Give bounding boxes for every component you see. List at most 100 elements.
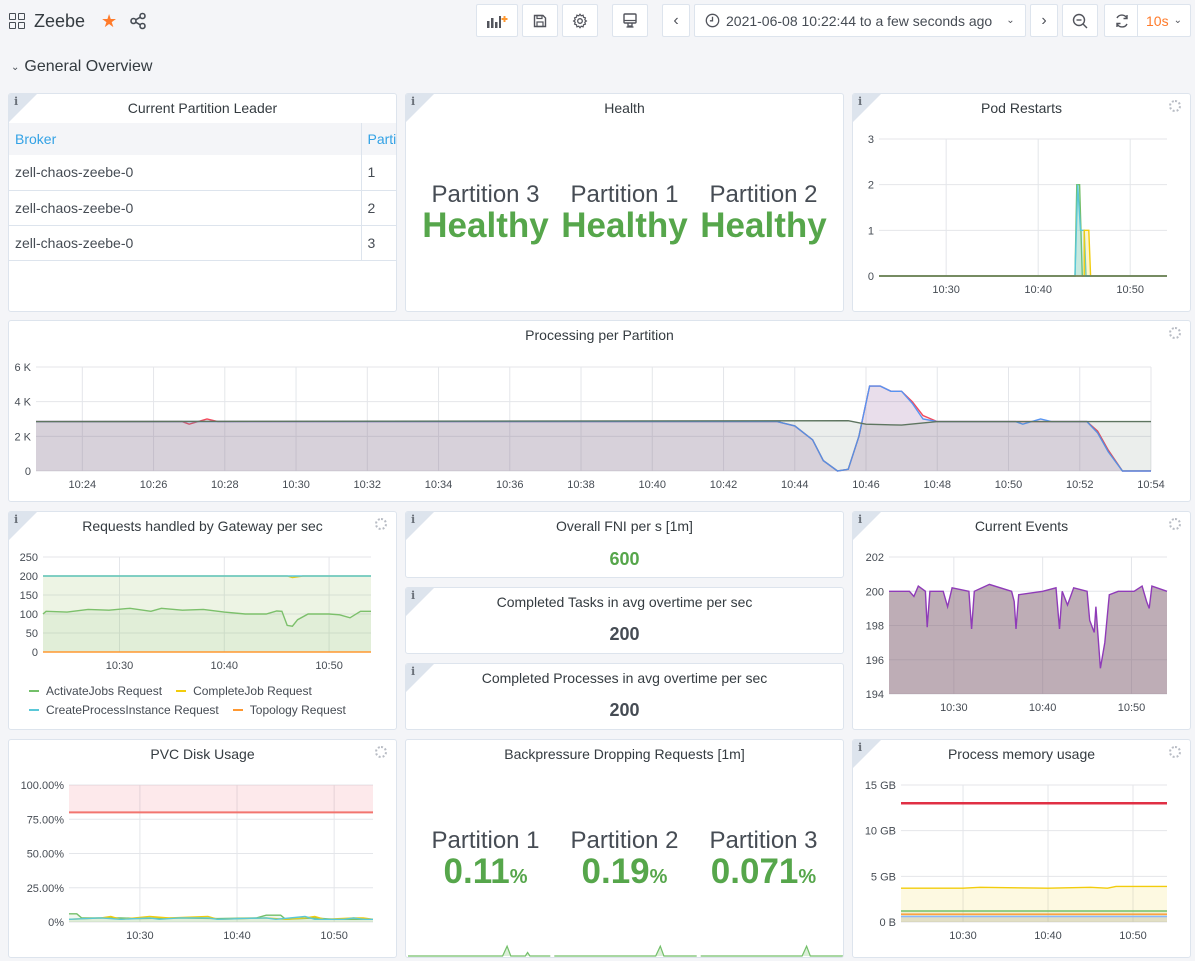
panel-processing-per-partition: Processing per Partition 0 2 K 4 K 6 K 10:24… [8, 320, 1191, 502]
y-tick-label: 250 [20, 552, 38, 564]
save-dashboard-button[interactable] [522, 4, 558, 37]
dashboard-title[interactable]: Zeebe [34, 11, 85, 32]
cycle-view-mode-button[interactable] [612, 4, 648, 37]
y-tick-label: 0 [868, 271, 874, 283]
stat-value: 0.19 [581, 852, 650, 892]
stat-unit: % [509, 866, 528, 889]
panel-overall-fni: i Overall FNI per s [1m] 600 [405, 511, 844, 578]
refresh-interval-picker[interactable]: 10s ⌄ [1137, 4, 1191, 37]
add-panel-button[interactable] [476, 4, 518, 37]
panel-title[interactable]: PVC Disk Usage [9, 746, 396, 762]
panel-title[interactable]: Overall FNI per s [1m] [406, 518, 843, 534]
panel-title[interactable]: Requests handled by Gateway per sec [9, 518, 396, 534]
health-stat-item: Partition 3 Healthy [422, 181, 548, 245]
y-tick-label: 100.00% [21, 780, 65, 792]
legend-item[interactable]: Topology Request [232, 703, 346, 717]
sparkline-partition-1 [408, 944, 551, 957]
panel-title[interactable]: Processing per Partition [9, 327, 1190, 343]
panel-pvc-disk-usage: PVC Disk Usage 0% 25.00% 50.00% 75.00% 100.0… [8, 739, 397, 958]
panel-pod-restarts: i Pod Restarts 0 1 2 3 10:30 10:40 10:50 [852, 93, 1191, 312]
series-line-pod-c[interactable] [879, 229, 1167, 277]
sparkline-partition-3 [700, 944, 843, 957]
loading-spinner-icon [1169, 327, 1181, 339]
x-tick-label: 10:32 [354, 479, 382, 491]
dashboard-title-area: Zeebe ★ [9, 8, 147, 34]
x-tick-label: 10:44 [781, 479, 809, 491]
time-range-picker[interactable]: 2021-06-08 10:22:44 to a few seconds ago… [694, 4, 1026, 37]
x-tick-label: 10:30 [282, 479, 310, 491]
time-shift-forward-button[interactable]: › [1030, 4, 1058, 37]
time-shift-back-button[interactable]: ‹ [662, 4, 690, 37]
y-tick-label: 6 K [14, 362, 31, 374]
series-area [43, 576, 371, 652]
table-cell-broker: zell-chaos-zeebe-0 [9, 190, 361, 226]
column-header-partition[interactable]: Parti [360, 123, 396, 155]
panel-title[interactable]: Current Partition Leader [9, 100, 396, 116]
panel-gateway-requests: i Requests handled by Gateway per sec 05… [8, 511, 397, 730]
y-tick-label: 0 [25, 466, 31, 478]
panel-title[interactable]: Pod Restarts [853, 100, 1190, 116]
stat-label: Partition 1 [431, 827, 540, 854]
stat-label: Partition 2 [570, 827, 679, 854]
table-cell-broker: zell-chaos-zeebe-0 [9, 155, 361, 191]
health-stat-item: Partition 1 Healthy [561, 181, 687, 245]
y-tick-label: 75.00% [27, 814, 65, 826]
x-tick-label: 10:40 [639, 479, 667, 491]
legend-swatch [29, 709, 39, 711]
series-area [901, 916, 1167, 922]
refresh-interval-value: 10s [1146, 12, 1169, 29]
dashboard-settings-button[interactable] [562, 4, 598, 37]
share-icon[interactable] [129, 12, 147, 30]
processing-per-partition-chart[interactable]: 0 2 K 4 K 6 K 10:24 10:26 10:28 10:30 10:32 10:34… [9, 321, 1191, 502]
panel-title[interactable]: Completed Tasks in avg overtime per sec [406, 594, 843, 610]
legend-item[interactable]: CreateProcessInstance Request [29, 703, 219, 717]
sparkline-area [700, 946, 843, 956]
process-memory-chart[interactable]: 0 B 5 GB 10 GB 15 GB 10:30 10:40 10:50 [853, 740, 1191, 958]
monitor-icon [623, 12, 637, 28]
chevron-right-icon: › [1041, 11, 1047, 29]
y-tick-label: 25.00% [27, 883, 65, 895]
table-cell-broker: zell-chaos-zeebe-0 [9, 225, 361, 261]
series-area [879, 230, 1167, 276]
legend-swatch [176, 690, 187, 692]
y-tick-label: 0% [48, 917, 64, 929]
legend-item[interactable]: CompleteJob Request [176, 684, 312, 698]
x-tick-label: 10:50 [1118, 702, 1146, 714]
pod-restarts-chart[interactable]: 0 1 2 3 10:30 10:40 10:50 [853, 94, 1191, 312]
refresh-button[interactable] [1104, 4, 1138, 37]
panel-title[interactable]: Completed Processes in avg overtime per … [406, 670, 843, 686]
current-events-chart[interactable]: 194 196 198 200 202 10:30 10:40 10:50 [853, 512, 1191, 730]
legend-swatch [232, 709, 243, 711]
y-tick-label: 10 GB [865, 826, 896, 838]
series-area [889, 584, 1167, 694]
star-icon[interactable]: ★ [101, 12, 117, 30]
panel-completed-tasks: i Completed Tasks in avg overtime per se… [405, 587, 844, 654]
table-cell-partition: 1 [360, 155, 396, 191]
stat-unit: % [649, 866, 668, 889]
stat-label: Partition 3 [709, 827, 818, 854]
panel-title[interactable]: Current Events [853, 518, 1190, 534]
panel-title[interactable]: Backpressure Dropping Requests [1m] [406, 746, 843, 762]
table-row: zell-chaos-zeebe-0 3 [9, 225, 396, 261]
panel-title[interactable]: Health [406, 100, 843, 116]
x-tick-label: 10:34 [425, 479, 453, 491]
pvc-disk-usage-chart[interactable]: 0% 25.00% 50.00% 75.00% 100.00% 10:30 10:40 10:… [9, 740, 397, 958]
column-header-broker[interactable]: Broker [9, 123, 361, 155]
x-tick-label: 10:30 [932, 284, 960, 296]
legend-item[interactable]: ActivateJobs Request [29, 684, 162, 698]
stat-value: 200 [609, 700, 640, 720]
table-cell-partition: 3 [360, 225, 396, 261]
panel-title[interactable]: Process memory usage [853, 746, 1190, 762]
dashboards-grid-icon[interactable] [9, 13, 25, 29]
zoom-out-time-button[interactable] [1062, 4, 1098, 37]
y-tick-label: 200 [866, 586, 884, 598]
row-general-overview[interactable]: ⌄ General Overview [11, 58, 152, 76]
x-tick-label: 10:24 [69, 479, 97, 491]
stat-value: 200 [609, 624, 640, 644]
threshold-region [69, 785, 373, 813]
y-tick-label: 50.00% [27, 849, 65, 861]
table-header-row: Broker Parti [9, 123, 396, 155]
backpressure-stat-group: Partition 1 0.11% Partition 2 0.19% Part… [406, 827, 843, 892]
panel-completed-processes: i Completed Processes in avg overtime pe… [405, 663, 844, 730]
y-tick-label: 0 B [879, 917, 896, 929]
